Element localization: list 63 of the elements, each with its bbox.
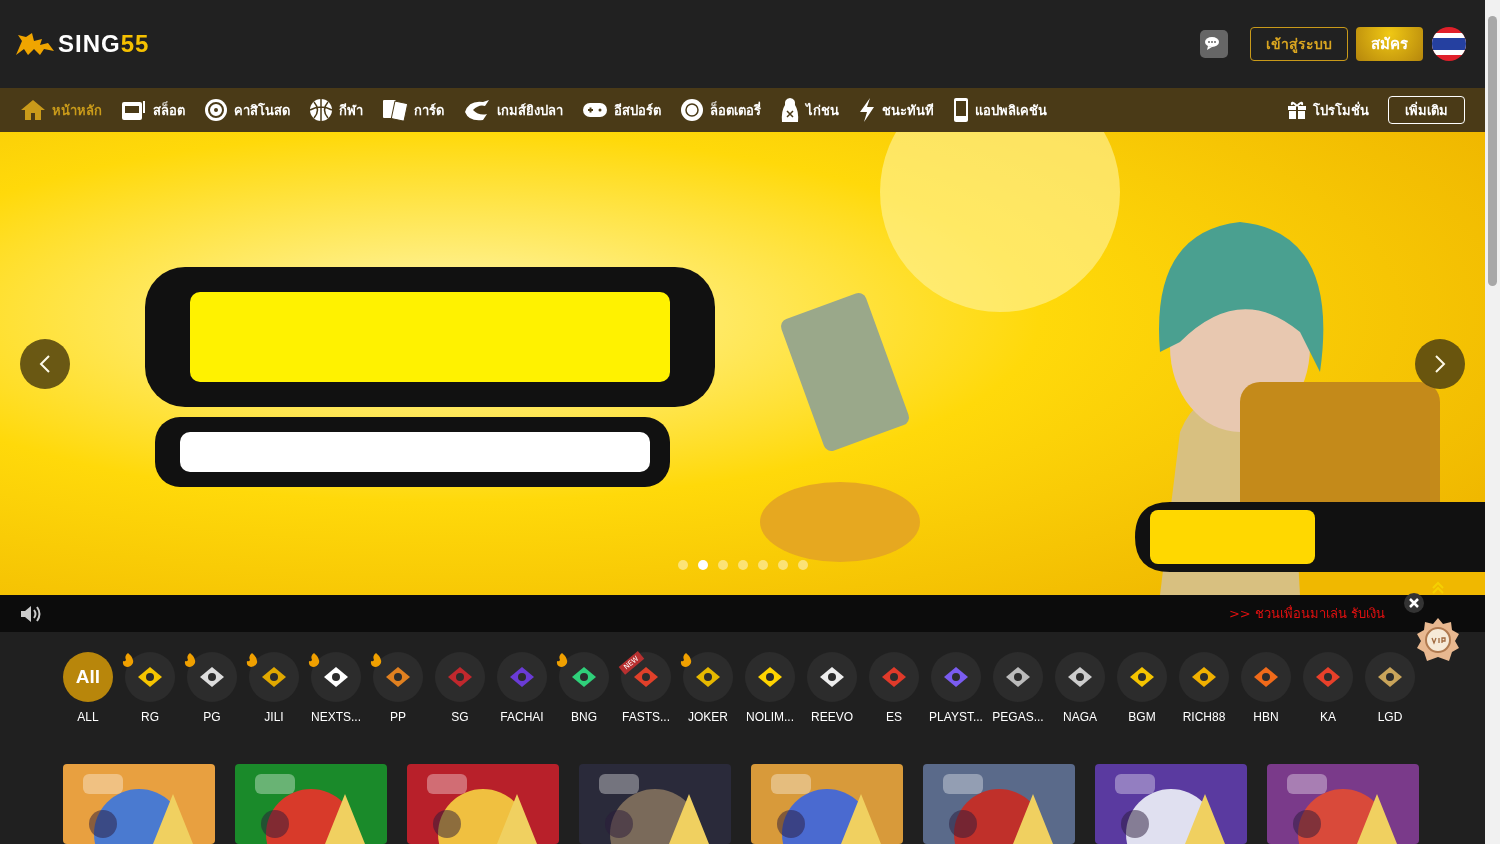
slot-machine-icon <box>121 99 147 122</box>
provider-logo-icon <box>508 664 536 689</box>
all-label: All <box>75 665 101 688</box>
smartphone-icon <box>953 97 969 124</box>
provider-logo-icon <box>818 664 846 689</box>
lightning-icon <box>858 97 876 124</box>
provider-logo-icon <box>1066 664 1094 689</box>
provider-logo-icon <box>1314 664 1342 689</box>
carousel-dot[interactable] <box>718 560 728 571</box>
nav-link[interactable]: ชนะทันที <box>858 97 934 124</box>
speaker-icon[interactable] <box>20 604 42 623</box>
carousel-dot[interactable] <box>738 560 748 571</box>
scrollbar[interactable] <box>1485 0 1500 844</box>
nav-link[interactable]: เกมส์ยิงปลา <box>463 98 563 123</box>
fish-icon <box>463 98 491 123</box>
chat-button[interactable] <box>1200 30 1228 59</box>
chevron-right-icon <box>1434 354 1446 375</box>
home-icon <box>20 99 46 122</box>
promotion-link[interactable]: โปรโมชั่น <box>1287 99 1369 121</box>
provider-logo-icon <box>570 664 598 689</box>
provider-logo-icon <box>446 664 474 689</box>
lottery-ball-icon <box>680 98 704 123</box>
ball-icon <box>309 98 333 123</box>
provider-logo-icon <box>1252 664 1280 689</box>
vip-medal-icon[interactable] <box>1416 617 1460 663</box>
provider-logo-icon <box>322 664 350 689</box>
provider-logo-icon <box>1128 664 1156 689</box>
provider-logo-icon <box>694 664 722 689</box>
gamepad-icon <box>582 101 608 120</box>
nav-link[interactable]: คาสิโนสด <box>204 98 290 123</box>
thai-flag-icon[interactable] <box>1431 26 1467 63</box>
nav-link[interactable]: การ์ด <box>382 98 444 123</box>
marquee-text: >> ชวนเพื่อนมาเล่น รับเงิน <box>1228 604 1385 623</box>
provider-logo-icon <box>1004 664 1032 689</box>
more-button[interactable]: เพิ่มเติม <box>1388 96 1465 125</box>
nav-link[interactable]: หน้าหลัก <box>20 99 102 122</box>
provider-logo-icon <box>1190 664 1218 689</box>
login-button[interactable]: เข้าสู่ระบบ <box>1250 27 1348 62</box>
playing-cards-icon <box>382 98 408 123</box>
nav-link[interactable]: ไก่ชน <box>780 97 839 124</box>
nav-link[interactable]: แอปพลิเคชัน <box>953 97 1047 124</box>
provider-logo-icon <box>136 664 164 689</box>
carousel-dot[interactable] <box>678 560 688 571</box>
carousel-dot[interactable] <box>778 560 788 571</box>
carousel-dot[interactable] <box>758 560 768 571</box>
logo-text: SING55 <box>58 30 150 59</box>
nav-link[interactable]: ล็อตเตอรี่ <box>680 98 761 123</box>
roulette-icon <box>204 98 228 123</box>
provider-logo-icon <box>942 664 970 689</box>
nav-link[interactable]: กีฬา <box>309 98 363 123</box>
provider-logo-icon <box>756 664 784 689</box>
provider-logo-icon <box>198 664 226 689</box>
carousel-dot[interactable] <box>798 560 808 571</box>
provider-logo-icon <box>880 664 908 689</box>
gift-icon <box>1287 100 1307 121</box>
provider-logo-icon <box>260 664 288 689</box>
nav-link[interactable]: อีสปอร์ต <box>582 99 661 121</box>
close-icon <box>1409 598 1419 608</box>
provider-logo-icon <box>384 664 412 689</box>
carousel-dot[interactable] <box>698 560 708 571</box>
provider-logo-icon <box>1376 664 1404 689</box>
chevron-left-icon <box>39 354 51 375</box>
nav-link[interactable]: สล็อต <box>121 99 185 122</box>
